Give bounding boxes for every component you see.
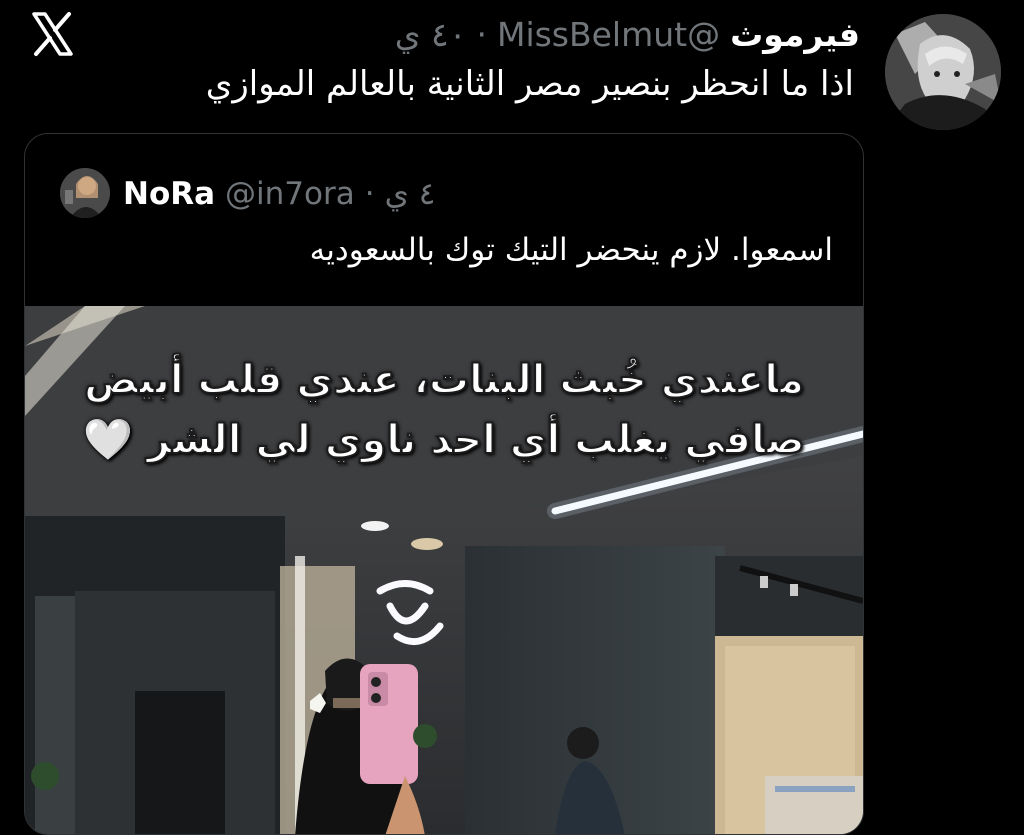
quoted-author-name[interactable]: NoRa [123,176,215,212]
media-caption-overlay: ماعندي خُبث البنات، عندي قلب أبيض صافي ي… [25,350,863,470]
tweet-time[interactable]: ٤٠ ي [395,15,467,54]
caption-line-2: صافي يغلب أي احد ناوي لي الشر 🤍 [25,410,863,470]
caption-line-1: ماعندي خُبث البنات، عندي قلب أبيض [83,356,805,404]
quoted-author-handle[interactable]: @in7ora [225,176,355,212]
anime-avatar-icon[interactable] [885,14,1001,130]
quoted-tweet-card[interactable]: NoRa @in7ora · ٤ ي اسمعوا. لازم ينحضر ال… [24,133,864,835]
quoted-tweet-media[interactable]: ماعندي خُبث البنات، عندي قلب أبيض صافي ي… [25,306,863,834]
quoted-tweet-text: اسمعوا. لازم ينحضر التيك توك بالسعوديه [309,232,833,268]
author-handle[interactable]: @MissBelmut [497,15,720,54]
separator-dot: · [476,14,487,54]
quoted-tweet-time[interactable]: ٤ ي [385,176,436,212]
tweet-text: اذا ما انحظر بنصير مصر الثانية بالعالم ا… [205,64,854,104]
x-logo-icon[interactable] [28,10,76,58]
heart-icon: 🤍 [82,416,134,464]
quoted-tweet-header: NoRa @in7ora · ٤ ي [123,172,435,216]
user-avatar-icon[interactable] [60,168,110,218]
separator-dot: · [364,176,375,212]
author-name[interactable]: فيرموث [730,15,860,54]
caption-line-2-text: صافي يغلب أي احد ناوي لي الشر [146,416,806,464]
tweet-header: فيرموث @MissBelmut · ٤٠ ي [395,12,860,56]
